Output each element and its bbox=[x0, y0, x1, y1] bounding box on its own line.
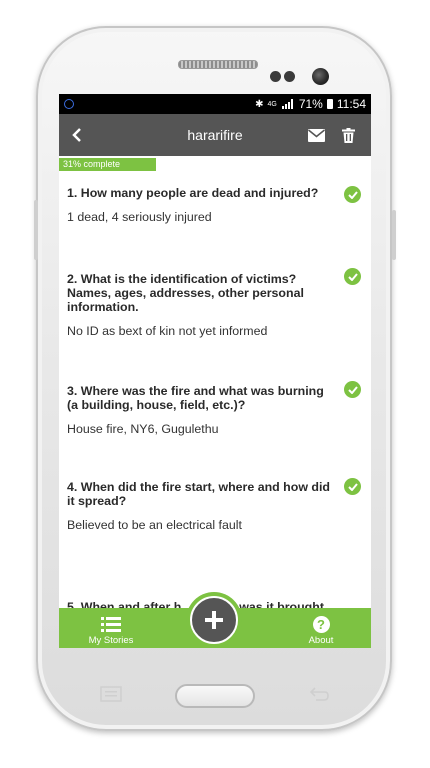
battery-icon bbox=[326, 99, 333, 109]
list-icon bbox=[101, 617, 121, 632]
phone-camera bbox=[312, 68, 329, 85]
question-list: 1. How many people are dead and injured?… bbox=[59, 186, 371, 532]
trash-icon bbox=[341, 127, 355, 143]
phone-sensor bbox=[284, 71, 295, 82]
back-button[interactable] bbox=[59, 122, 95, 148]
progress-fill: 31% complete bbox=[59, 158, 156, 171]
answer-text: House fire, NY6, Gugulethu bbox=[67, 422, 219, 436]
tab-about[interactable]: ? About bbox=[291, 608, 351, 648]
help-icon: ? bbox=[312, 616, 330, 633]
tab-my-stories[interactable]: My Stories bbox=[81, 608, 141, 648]
signal-icon bbox=[281, 99, 293, 109]
question-text: 1. How many people are dead and injured? bbox=[67, 186, 319, 200]
delete-button[interactable] bbox=[339, 126, 357, 144]
mail-icon bbox=[307, 128, 325, 142]
battery-percent: 71% bbox=[298, 97, 323, 111]
check-icon bbox=[344, 186, 361, 203]
question-item[interactable]: 2. What is the identification of victims… bbox=[67, 268, 363, 338]
bottom-nav: My Stories ? About bbox=[59, 592, 371, 648]
volume-button bbox=[34, 200, 38, 260]
hardware-back-button[interactable] bbox=[308, 686, 330, 702]
notification-icon bbox=[64, 99, 74, 109]
power-button bbox=[392, 210, 396, 260]
plus-icon bbox=[205, 611, 223, 629]
answer-text: No ID as bext of kin not yet informed bbox=[67, 324, 268, 338]
question-item[interactable]: 4. When did the fire start, where and ho… bbox=[67, 478, 363, 532]
phone-sensor bbox=[270, 71, 281, 82]
question-item[interactable]: 3. Where was the fire and what was burni… bbox=[67, 381, 363, 436]
email-button[interactable] bbox=[307, 126, 325, 144]
back-arrow-icon bbox=[72, 128, 81, 142]
question-text: 3. Where was the fire and what was burni… bbox=[67, 384, 324, 412]
answer-text: Believed to be an electrical fault bbox=[67, 518, 242, 532]
tab-my-stories-label: My Stories bbox=[88, 635, 134, 646]
network-type: 4G bbox=[267, 100, 277, 108]
add-story-button[interactable] bbox=[190, 596, 238, 644]
question-text: 2. What is the identification of victims… bbox=[67, 272, 304, 314]
check-icon bbox=[344, 478, 361, 495]
answer-text: 1 dead, 4 seriously injured bbox=[67, 210, 212, 224]
phone-speaker bbox=[178, 60, 258, 69]
hardware-menu-button[interactable] bbox=[100, 686, 122, 702]
clock: 11:54 bbox=[336, 97, 366, 111]
tab-about-label: About bbox=[308, 635, 334, 646]
app-toolbar: hararifire bbox=[59, 114, 371, 156]
check-icon bbox=[344, 268, 361, 285]
question-item[interactable]: 1. How many people are dead and injured?… bbox=[67, 186, 363, 224]
home-button[interactable] bbox=[175, 684, 255, 708]
question-text: 4. When did the fire start, where and ho… bbox=[67, 480, 330, 508]
bluetooth-icon: ✱ bbox=[255, 98, 264, 110]
check-icon bbox=[344, 381, 361, 398]
menu-key-icon bbox=[100, 686, 122, 702]
app-screen: ✱ 4G 71% 11:54 hararifire 31% complete 1… bbox=[59, 94, 371, 648]
status-bar: ✱ 4G 71% 11:54 bbox=[59, 94, 371, 114]
back-key-icon bbox=[309, 687, 329, 701]
progress-bar: 31% complete bbox=[59, 156, 371, 174]
